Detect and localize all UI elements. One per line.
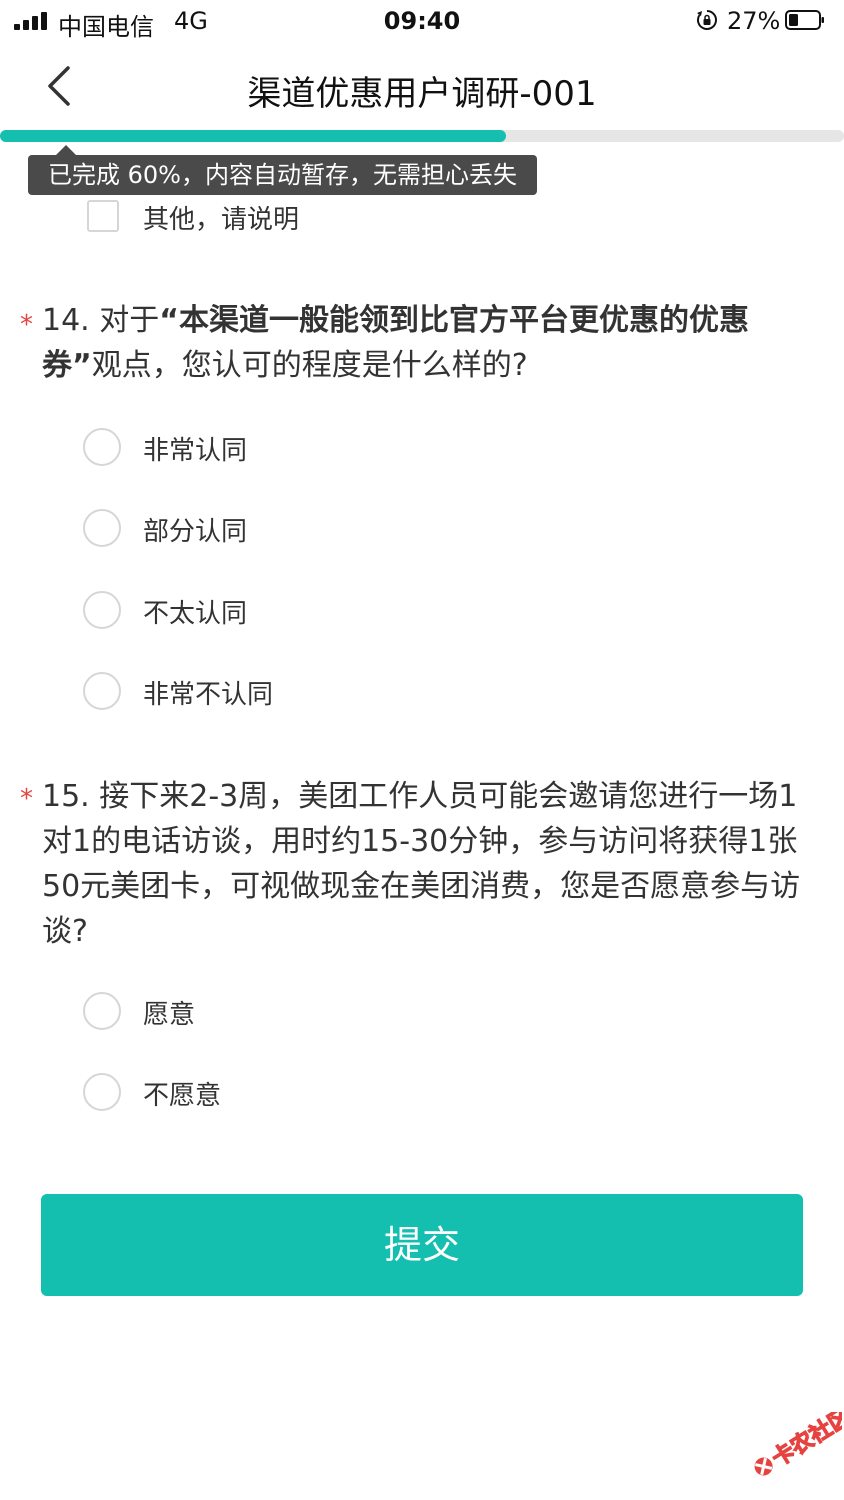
required-mark: * [20,310,33,340]
kanong-logo-icon: 卡农社区 [754,1412,842,1476]
tooltip-arrow [56,145,76,155]
q15-option-2-radio[interactable] [83,1073,121,1111]
q14-option-3-label: 不太认同 [143,599,248,629]
battery-percent: 27% [727,7,781,35]
q14-option-1-label: 非常认同 [143,436,248,466]
question-14-text: 14. 对于“本渠道一般能领到比官方平台更优惠的优惠券”观点，您认可的程度是什么… [42,298,802,388]
submit-button[interactable]: 提交 [41,1194,803,1296]
svg-text:卡农社区: 卡农社区 [767,1412,842,1472]
question-14-rest: 观点，您认可的程度是什么样的? [91,348,528,383]
q15-option-1-label: 愿意 [143,1000,196,1030]
other-checkbox[interactable] [87,200,119,232]
q14-option-4-radio[interactable] [83,672,121,710]
status-bar: 中国电信 4G 09:40 27% [0,0,844,44]
battery-icon [785,10,824,30]
other-option-label: 其他，请说明 [143,205,300,235]
q15-option-1-radio[interactable] [83,992,121,1030]
question-15-text: 15. 接下来2-3周，美团工作人员可能会邀请您进行一场1对1的电话访谈，用时约… [42,779,801,949]
q14-option-2-radio[interactable] [83,509,121,547]
required-mark: * [20,784,33,814]
q14-option-3-radio[interactable] [83,591,121,629]
question-14-number: 14. 对于 [42,303,160,338]
q14-option-2-label: 部分认同 [143,517,248,547]
q14-option-4-label: 非常不认同 [143,680,274,710]
progress-bar [0,130,844,142]
page-title: 渠道优惠用户调研-001 [247,74,597,114]
progress-fill [0,130,507,142]
rotation-lock-icon [697,10,717,30]
progress-tooltip: 已完成 60%，内容自动暂存，无需担心丢失 [28,155,537,195]
nav-bar: 渠道优惠用户调研-001 [0,50,844,126]
q15-option-2-label: 不愿意 [143,1081,222,1111]
q14-option-1-radio[interactable] [83,428,121,466]
